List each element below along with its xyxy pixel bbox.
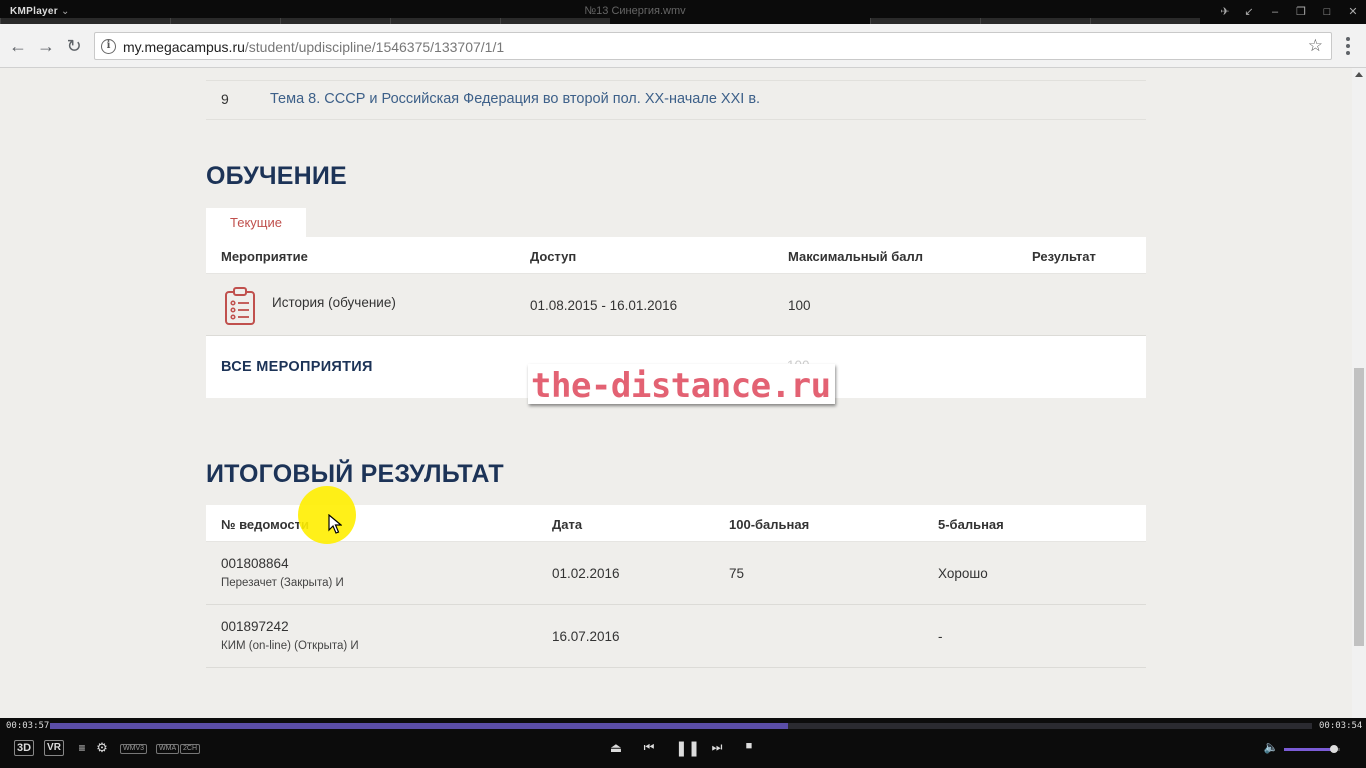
total-time: 00:03:54 [1319,721,1363,731]
info-icon[interactable]: i [101,39,116,54]
statement-description: КИМ (on-line) (Открыта) И [221,640,359,652]
learning-table-header: Мероприятие Доступ Максимальный балл Рез… [206,237,1146,274]
scroll-up-icon[interactable] [1355,72,1363,77]
statement-date: 16.07.2016 [552,629,620,644]
volume-fill [1284,748,1335,751]
column-header: Доступ [530,249,577,264]
score-5: Хорошо [938,566,988,581]
topic-link[interactable]: Тема 8. СССР и Российская Федерация во в… [270,91,760,107]
volume-slider[interactable] [1284,745,1340,753]
elapsed-time: 00:03:57 [6,721,50,731]
forward-arrow-icon[interactable]: → [36,36,56,56]
statement-date: 01.02.2016 [552,566,620,581]
url-host: my.megacampus.ru [123,39,245,55]
eject-icon[interactable]: ⏏ [608,740,624,756]
audio-codec-badge: WMA [156,744,180,754]
cursor-highlight [298,486,356,544]
score-100: 75 [729,566,745,581]
activity-link[interactable]: История (обучение) [272,295,396,310]
back-arrow-icon[interactable]: ← [8,36,28,56]
page-scrollbar[interactable] [1352,68,1366,718]
access-period: 01.08.2015 - 16.01.2016 [530,298,678,313]
statement-description: Перезачет (Закрыта) И [221,577,344,589]
vr-button[interactable]: VR [44,740,64,756]
table-row: 001897242 КИМ (on-line) (Открыта) И 16.0… [206,605,1146,668]
pause-icon[interactable]: ❚❚ [675,739,700,757]
gear-icon[interactable]: ⚙ [95,740,109,756]
score-5: - [938,629,943,644]
statement-number: 001897242 [221,619,289,634]
topic-number: 9 [221,91,229,107]
watermark: the-distance.ru [528,364,835,406]
player-controls: 00:03:57 00:03:54 3D VR ≡ ⚙ WMV3 WMA 2CH… [0,718,1366,768]
column-header: Результат [1032,249,1096,264]
page-content: 9 Тема 8. СССР и Российская Федерация во… [0,68,1352,718]
browser-toolbar: ← → ↻ i my.megacampus.ru/student/updisci… [0,24,1366,68]
playlist-icon[interactable]: ≡ [76,741,88,755]
url-text[interactable]: my.megacampus.ru/student/updiscipline/15… [123,39,504,55]
reload-icon[interactable]: ↻ [64,36,84,56]
scrollbar-thumb[interactable] [1354,368,1364,646]
volume-knob[interactable] [1330,745,1339,753]
stop-icon[interactable]: ■ [741,740,757,752]
final-result-heading: ИТОГОВЫЙ РЕЗУЛЬТАТ [206,460,504,488]
learning-table: Мероприятие Доступ Максимальный балл Рез… [206,237,1146,337]
column-header: Максимальный балл [788,249,924,264]
tab-current[interactable]: Текущие [206,208,306,237]
screen: KMPlayer ⌄ №13 Синергия.wmv ✈ ↙ – ❐ □ ✕ ←… [0,0,1366,768]
seek-bar[interactable] [50,723,1312,729]
column-header: Мероприятие [221,249,308,264]
statement-number: 001808864 [221,556,289,571]
audio-channels-badge: 2CH [180,744,201,754]
previous-icon[interactable]: ⏮ [641,740,657,755]
table-row: История (обучение) 01.08.2015 - 16.01.20… [206,274,1146,336]
bookmark-star-icon[interactable]: ☆ [1308,36,1323,56]
seek-bar-fill [50,723,789,729]
column-header: 5-бальная [938,517,1004,532]
3d-button[interactable]: 3D [14,740,34,756]
volume-icon[interactable]: 🔈 [1262,740,1280,754]
window-title: №13 Синергия.wmv [584,5,686,17]
column-header: Дата [552,517,583,532]
learning-heading: ОБУЧЕНИЕ [206,162,347,190]
topic-row: 9 Тема 8. СССР и Российская Федерация во… [206,80,1146,120]
clipboard-list-icon [225,287,255,325]
column-header: 100-бальная [729,517,810,532]
max-score: 100 [788,298,811,313]
table-row: 001808864 Перезачет (Закрыта) И 01.02.20… [206,542,1146,605]
column-header: № ведомости [221,517,309,532]
mouse-cursor-icon [328,514,342,534]
next-icon[interactable]: ⏭ [709,740,725,755]
browser-menu-icon[interactable] [1340,36,1356,56]
url-path: /student/updiscipline/1546375/133707/1/1 [244,39,505,55]
all-activities-label: ВСЕ МЕРОПРИЯТИЯ [221,359,373,375]
address-bar[interactable]: i my.megacampus.ru/student/updiscipline/… [94,32,1332,60]
watermark-text: the-distance.ru [531,366,831,406]
video-codec-badge: WMV3 [120,744,147,754]
